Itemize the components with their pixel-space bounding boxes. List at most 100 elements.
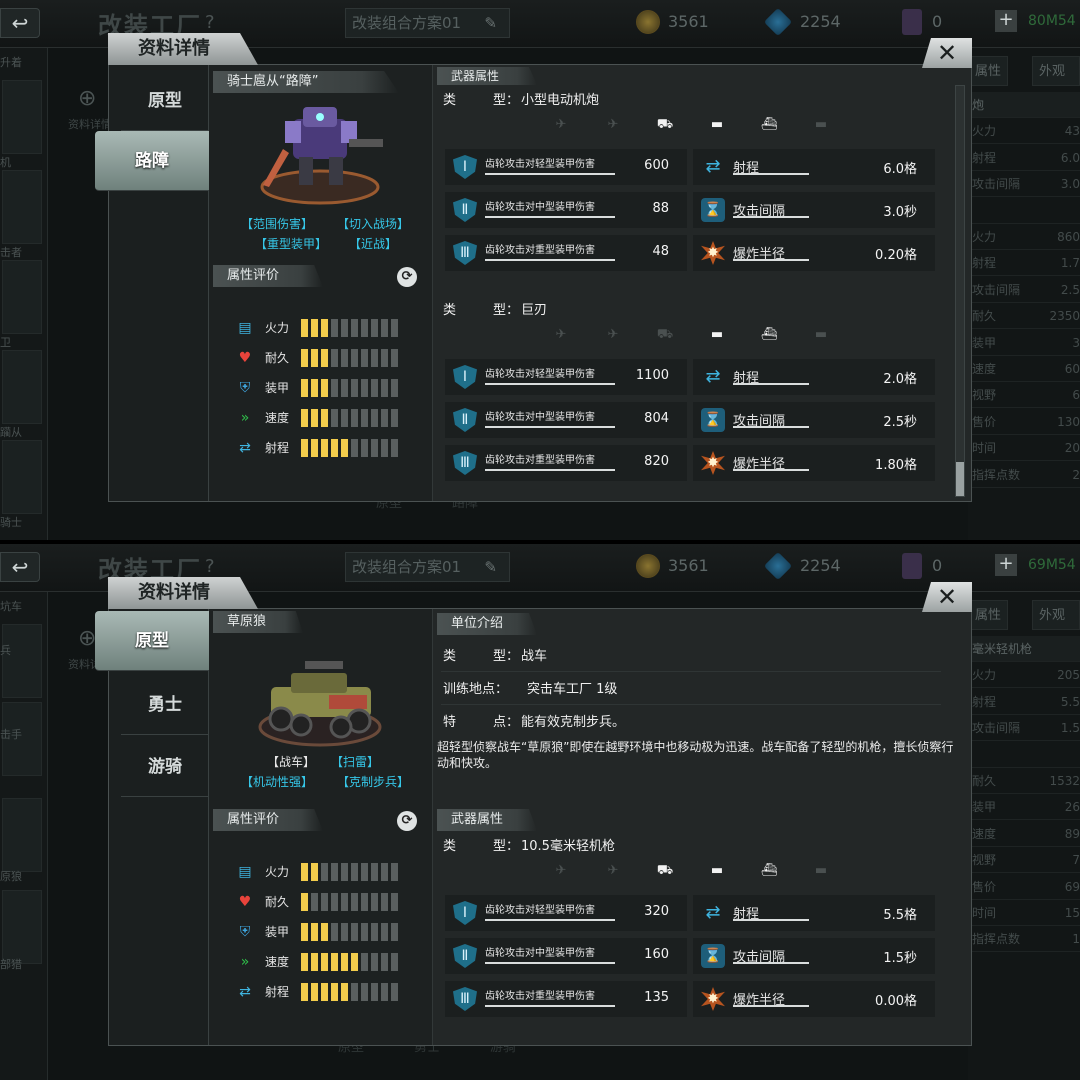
- attribute-bar-segment: [381, 953, 388, 971]
- tag: 【机动性强】: [241, 775, 314, 789]
- stat-value: 1.5: [1060, 721, 1080, 736]
- armor-shield-icon: Ⅲ: [453, 987, 477, 1011]
- stat-row: 指挥点数 2: [972, 462, 1080, 488]
- scheme-selector[interactable]: 改装组合方案01 ✎: [345, 552, 510, 582]
- stat-row: [972, 198, 1080, 224]
- stat-row: 攻击间隔 1.5: [972, 715, 1080, 742]
- attribute-bar-segment: [371, 983, 378, 1001]
- unit-thumb[interactable]: [2, 170, 42, 244]
- unit-image-mech: [260, 107, 383, 205]
- stat-row: Ⅲ 齿轮攻击对重型装甲伤害 820 ✸ 爆炸半径 1.80格: [445, 445, 943, 481]
- weapon-type-value: 10.5毫米轻机枪: [521, 839, 615, 854]
- attribute-bar-segment: [341, 439, 348, 457]
- stat-row: 射程 1.7: [972, 250, 1080, 277]
- scroll-thumb[interactable]: [956, 462, 964, 496]
- stat-value: 0.20格: [875, 248, 917, 263]
- back-button[interactable]: ↩: [0, 8, 40, 38]
- refresh-icon[interactable]: ⟳: [397, 811, 417, 831]
- firepower-icon: ▤: [238, 864, 252, 880]
- unit-thumb[interactable]: [2, 260, 42, 334]
- scheme-selector[interactable]: 改装组合方案01 ✎: [345, 8, 510, 38]
- attribute-bar-segment: [391, 983, 398, 1001]
- damage-label: 齿轮攻击对轻型装甲伤害: [485, 159, 595, 170]
- add-button[interactable]: +: [995, 10, 1017, 32]
- attribute-bar-segment: [341, 349, 348, 367]
- damage-cell: Ⅲ 齿轮攻击对重型装甲伤害 135: [445, 981, 687, 1017]
- attribute-row: ♥ 耐久: [233, 347, 423, 369]
- tab-attributes[interactable]: 属性: [968, 56, 1009, 86]
- scrollbar[interactable]: [955, 85, 965, 497]
- magnifier-icon[interactable]: ⊕: [78, 86, 96, 111]
- back-button[interactable]: ↩: [0, 552, 40, 582]
- damage-label: 齿轮攻击对中型装甲伤害: [485, 412, 595, 423]
- stat-row: Ⅱ 齿轮攻击对中型装甲伤害 88 ⌛ 攻击间隔 3.0秒: [445, 192, 943, 228]
- attribute-bar-segment: [371, 893, 378, 911]
- unit-thumb[interactable]: [2, 890, 42, 964]
- attribute-bar-segment: [381, 349, 388, 367]
- tab-ranger[interactable]: 游骑: [121, 737, 209, 797]
- refresh-icon[interactable]: ⟳: [397, 267, 417, 287]
- attribute-bar-segment: [371, 439, 378, 457]
- tab-prototype[interactable]: 原型: [121, 71, 209, 131]
- stat-row: 视野 6: [972, 382, 1080, 409]
- gem-amount: 2254: [800, 556, 841, 575]
- damage-value: 88: [652, 201, 669, 216]
- help-icon[interactable]: ?: [205, 12, 215, 33]
- armor-shield-icon: Ⅱ: [453, 408, 477, 432]
- attribute-bar-segment: [331, 409, 338, 427]
- damage-value: 600: [644, 158, 669, 173]
- unit-thumb-label: 兵: [0, 644, 11, 657]
- magnifier-icon[interactable]: ⊕: [78, 626, 96, 651]
- attribute-bar-segment: [371, 379, 378, 397]
- add-button[interactable]: +: [995, 554, 1017, 576]
- stat-row: 攻击间隔 3.0: [972, 171, 1080, 198]
- damage-cell: Ⅱ 齿轮攻击对中型装甲伤害 160: [445, 938, 687, 974]
- unit-thumb[interactable]: [2, 798, 42, 872]
- unit-thumb[interactable]: [2, 350, 42, 424]
- damage-cell: Ⅱ 齿轮攻击对中型装甲伤害 804: [445, 402, 687, 438]
- intro-key2: 点：: [493, 715, 520, 730]
- tab-attributes[interactable]: 属性: [968, 600, 1009, 630]
- card-icon: [902, 9, 922, 35]
- damage-label: 齿轮攻击对中型装甲伤害: [485, 202, 595, 213]
- unit-thumb[interactable]: [2, 624, 42, 698]
- range-icon: ⇄: [239, 440, 251, 456]
- damage-label: 齿轮攻击对重型装甲伤害: [485, 991, 595, 1002]
- filter-label[interactable]: 升着: [0, 54, 48, 70]
- tab-warrior[interactable]: 勇士: [121, 675, 209, 735]
- filter-label[interactable]: 坑车: [0, 598, 48, 614]
- helicopter-icon: ⛟: [656, 117, 674, 132]
- edit-icon[interactable]: ✎: [484, 9, 497, 37]
- attribute-bar-segment: [351, 953, 358, 971]
- stat-cell: ✸ 爆炸半径 1.80格: [693, 445, 935, 481]
- stat-underline: [733, 919, 809, 921]
- tab-appearance[interactable]: 外观度: [1032, 600, 1080, 653]
- edit-icon[interactable]: ✎: [484, 553, 497, 581]
- unit-thumb-label: 机: [0, 156, 11, 169]
- tab-prototype[interactable]: 原型: [95, 611, 209, 671]
- attribute-bar-segment: [381, 409, 388, 427]
- heart-icon: ♥: [238, 894, 252, 910]
- helicopter-icon: ⛟: [656, 863, 674, 878]
- stat-cell: ✸ 爆炸半径 0.20格: [693, 235, 935, 271]
- tab-appearance[interactable]: 外观度: [1032, 56, 1080, 109]
- unit-thumb[interactable]: [2, 440, 42, 514]
- unit-thumb[interactable]: [2, 80, 42, 154]
- stat-name: 射程: [972, 150, 997, 165]
- intro-key: 特: [443, 715, 457, 730]
- submarine-icon: ▬: [814, 117, 828, 132]
- attribute-bar-segment: [341, 319, 348, 337]
- variant-tabs: 原型 路障: [95, 65, 209, 501]
- stat-name: 炮: [972, 98, 985, 112]
- stat-value: 20: [1064, 441, 1080, 456]
- attribute-bar-segment: [351, 893, 358, 911]
- attribute-bar-segment: [351, 409, 358, 427]
- stat-row: 速度 60: [972, 356, 1080, 382]
- stat-name: 火力: [972, 124, 997, 139]
- stat-row: Ⅲ 齿轮攻击对重型装甲伤害 135 ✸ 爆炸半径 0.00格: [445, 981, 943, 1017]
- intro-separator: [441, 671, 941, 672]
- help-icon[interactable]: ?: [205, 556, 215, 577]
- stat-row: 炮: [972, 92, 1080, 118]
- tab-roadblock[interactable]: 路障: [95, 131, 209, 191]
- stat-row: 售价 130: [972, 409, 1080, 435]
